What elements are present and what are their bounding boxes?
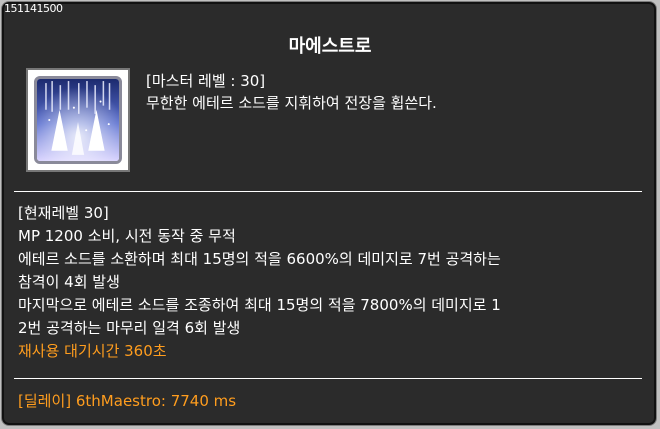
detail-line-4: 마지막으로 에테르 소드를 조종하여 최대 15명의 적을 7800%의 데미지… <box>18 296 501 314</box>
detail-line-5: 2번 공격하는 마무리 일격 6회 발생 <box>18 319 241 337</box>
detail-line-2: 에테르 소드를 소환하며 최대 15명의 적을 6600%의 데미지로 7번 공… <box>18 250 501 268</box>
delay-text: [딜레이] 6thMaestro: 7740 ms <box>18 392 237 410</box>
master-level: [마스터 레벨 : 30] <box>146 72 266 90</box>
skill-name: 마에스트로 <box>288 36 372 57</box>
skill-details: [현재레벨 30] MP 1200 소비, 시전 동작 중 무적 에테르 소드를… <box>18 202 638 363</box>
skill-id: 151141500 <box>4 2 63 15</box>
current-level: [현재레벨 30] <box>18 204 109 222</box>
cooldown-text: 재사용 대기시간 360초 <box>18 342 167 360</box>
maestro-skill-icon <box>34 76 122 164</box>
skill-icon-frame <box>26 68 130 172</box>
detail-line-1: MP 1200 소비, 시전 동작 중 무적 <box>18 227 236 245</box>
skill-description: 무한한 에테르 소드를 지휘하여 전장을 휩쓴다. <box>146 94 437 112</box>
divider-bottom <box>14 378 642 379</box>
detail-line-3: 참격이 4회 발생 <box>18 273 120 291</box>
skill-description-block: [마스터 레벨 : 30] 무한한 에테르 소드를 지휘하여 전장을 휩쓴다. <box>146 70 437 114</box>
skill-tooltip: 151141500 마에스트로 [마스터 레벨: 30] 무한한 에테르 소드… <box>1 1 657 426</box>
divider-top <box>14 191 642 192</box>
